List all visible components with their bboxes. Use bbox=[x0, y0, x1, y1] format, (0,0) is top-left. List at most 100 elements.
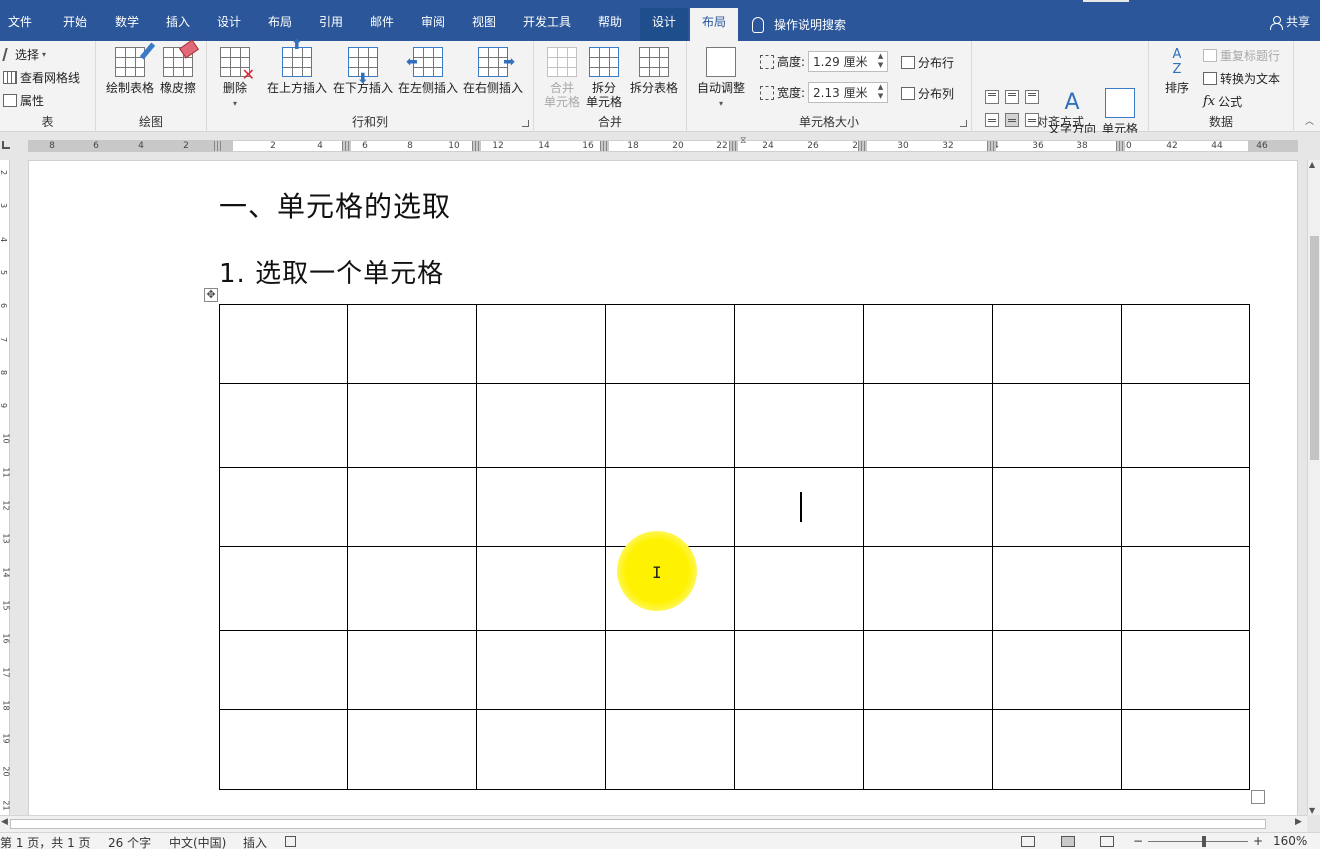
table-cell[interactable] bbox=[219, 630, 348, 710]
status-insert-mode[interactable]: 插入 bbox=[243, 834, 267, 849]
column-marker[interactable] bbox=[1116, 141, 1125, 151]
select-button[interactable]: 选择 ▾ bbox=[2, 46, 46, 63]
table-cell[interactable] bbox=[1121, 467, 1250, 547]
tab-review[interactable]: 审阅 bbox=[410, 8, 456, 41]
horizontal-scrollbar[interactable]: ◀ ▶ bbox=[0, 815, 1307, 832]
repeat-header-rows-button[interactable]: 重复标题行 bbox=[1203, 47, 1280, 64]
print-layout-icon[interactable] bbox=[1061, 836, 1075, 847]
table-cell[interactable] bbox=[992, 383, 1122, 468]
table-cell[interactable] bbox=[219, 546, 348, 631]
status-language[interactable]: 中文(中国) bbox=[169, 834, 226, 849]
table-cell[interactable] bbox=[605, 630, 735, 710]
insert-right-button[interactable]: 在右侧插入 bbox=[461, 47, 525, 95]
align-top-center-icon[interactable] bbox=[1005, 90, 1019, 104]
distribute-columns-button[interactable]: 分布列 bbox=[901, 85, 954, 102]
properties-button[interactable]: 属性 bbox=[3, 92, 44, 109]
share-button[interactable]: 共享 bbox=[1269, 8, 1310, 36]
zoom-slider-thumb[interactable] bbox=[1202, 836, 1206, 847]
scroll-up-icon[interactable]: ▲ bbox=[1309, 160, 1315, 169]
table-cell[interactable] bbox=[605, 709, 735, 790]
table-cell[interactable] bbox=[992, 709, 1122, 790]
table-cell[interactable] bbox=[863, 709, 993, 790]
table-cell[interactable] bbox=[347, 304, 477, 384]
split-cells-button[interactable]: 拆分 单元格 bbox=[584, 47, 624, 109]
table-cell[interactable] bbox=[992, 546, 1122, 631]
table-cell[interactable] bbox=[476, 304, 606, 384]
table-resize-handle-icon[interactable] bbox=[1251, 790, 1265, 804]
table-cell[interactable] bbox=[347, 467, 477, 547]
merge-cells-button[interactable]: 合并 单元格 bbox=[542, 47, 582, 109]
zoom-out-button[interactable]: − bbox=[1133, 834, 1143, 848]
table-cell[interactable] bbox=[734, 383, 864, 468]
insert-left-button[interactable]: 在左侧插入 bbox=[396, 47, 460, 95]
table-cell[interactable] bbox=[219, 304, 348, 384]
column-marker[interactable] bbox=[600, 141, 609, 151]
table-cell[interactable] bbox=[734, 467, 864, 547]
document-table[interactable] bbox=[219, 304, 1250, 790]
tab-view[interactable]: 视图 bbox=[461, 8, 507, 41]
table-cell[interactable] bbox=[734, 304, 864, 384]
table-cell[interactable] bbox=[476, 383, 606, 468]
table-cell[interactable] bbox=[347, 546, 477, 631]
table-cell[interactable] bbox=[863, 304, 993, 384]
tab-insert[interactable]: 插入 bbox=[155, 8, 201, 41]
web-layout-icon[interactable] bbox=[1100, 836, 1114, 847]
tab-file[interactable]: 文件 bbox=[0, 8, 40, 41]
insert-below-button[interactable]: 在下方插入 bbox=[331, 47, 395, 95]
table-cell[interactable] bbox=[863, 383, 993, 468]
align-center-icon[interactable] bbox=[1005, 113, 1019, 127]
horizontal-scroll-thumb[interactable] bbox=[10, 819, 1266, 829]
zoom-slider[interactable] bbox=[1148, 841, 1248, 842]
table-cell[interactable] bbox=[863, 630, 993, 710]
align-top-left-icon[interactable] bbox=[985, 90, 999, 104]
align-top-right-icon[interactable] bbox=[1025, 90, 1039, 104]
table-cell[interactable] bbox=[219, 467, 348, 547]
table-cell[interactable] bbox=[863, 467, 993, 547]
table-cell[interactable] bbox=[734, 546, 864, 631]
table-cell[interactable] bbox=[1121, 630, 1250, 710]
table-cell[interactable] bbox=[1121, 546, 1250, 631]
scroll-right-icon[interactable]: ▶ bbox=[1295, 817, 1302, 827]
delete-button[interactable]: 删除 ▾ bbox=[215, 47, 255, 111]
table-cell[interactable] bbox=[992, 630, 1122, 710]
column-marker[interactable] bbox=[214, 141, 223, 151]
text-direction-button[interactable]: A 文字方向 bbox=[1046, 88, 1098, 136]
spinner-arrows-icon[interactable]: ▲ ▼ bbox=[874, 52, 887, 71]
column-marker[interactable] bbox=[858, 141, 867, 151]
tab-developer[interactable]: 开发工具 bbox=[514, 8, 580, 41]
column-marker[interactable] bbox=[472, 141, 481, 151]
table-cell[interactable] bbox=[347, 709, 477, 790]
status-word-count[interactable]: 26 个字 bbox=[108, 834, 151, 849]
tab-references[interactable]: 引用 bbox=[308, 8, 354, 41]
tab-design[interactable]: 设计 bbox=[206, 8, 252, 41]
table-cell[interactable] bbox=[605, 304, 735, 384]
indent-marker-icon[interactable]: ⧖ bbox=[740, 136, 746, 146]
table-cell[interactable] bbox=[476, 709, 606, 790]
tab-table-layout[interactable]: 布局 bbox=[690, 8, 738, 41]
macro-record-icon[interactable] bbox=[285, 836, 296, 847]
tab-help[interactable]: 帮助 bbox=[587, 8, 633, 41]
view-gridlines-button[interactable]: 查看网格线 bbox=[3, 69, 80, 86]
table-cell[interactable] bbox=[863, 546, 993, 631]
table-cell[interactable] bbox=[1121, 304, 1250, 384]
table-cell[interactable] bbox=[219, 709, 348, 790]
tab-table-design[interactable]: 设计 bbox=[640, 8, 688, 41]
table-cell[interactable] bbox=[992, 467, 1122, 547]
column-marker[interactable] bbox=[342, 141, 351, 151]
scroll-down-icon[interactable]: ▼ bbox=[1309, 806, 1315, 815]
split-table-button[interactable]: 拆分表格 bbox=[626, 47, 682, 95]
tab-selector-icon[interactable] bbox=[2, 141, 10, 149]
table-cell[interactable] bbox=[734, 709, 864, 790]
tell-me-search[interactable]: 操作说明搜索 bbox=[752, 8, 862, 41]
align-center-right-icon[interactable] bbox=[1025, 113, 1039, 127]
table-cell[interactable] bbox=[1121, 383, 1250, 468]
width-input[interactable]: 2.13 厘米 ▲ ▼ bbox=[808, 82, 889, 103]
status-page[interactable]: 第 1 页，共 1 页 bbox=[0, 834, 91, 849]
table-cell[interactable] bbox=[605, 383, 735, 468]
zoom-in-button[interactable]: + bbox=[1253, 834, 1263, 848]
height-input[interactable]: 1.29 厘米 ▲ ▼ bbox=[808, 51, 889, 72]
read-mode-icon[interactable] bbox=[1021, 836, 1035, 847]
column-marker[interactable] bbox=[987, 141, 996, 151]
eraser-button[interactable]: 橡皮擦 bbox=[158, 47, 198, 95]
table-cell[interactable] bbox=[992, 304, 1122, 384]
